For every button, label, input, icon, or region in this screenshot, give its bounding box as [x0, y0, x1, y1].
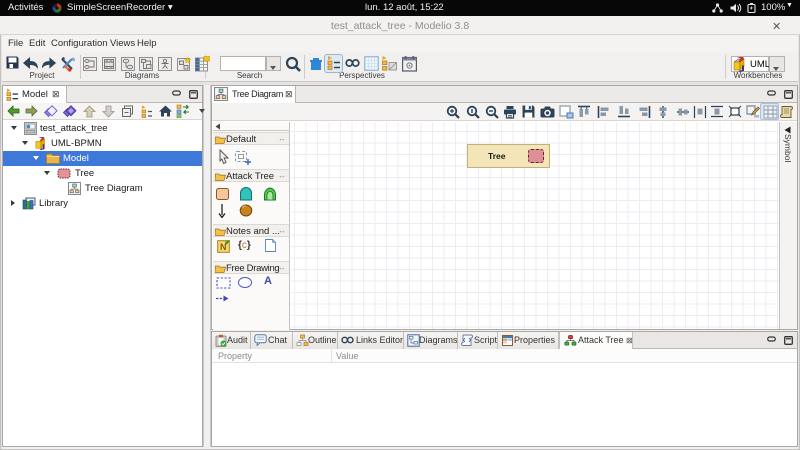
svg-text:N: N — [220, 242, 227, 252]
